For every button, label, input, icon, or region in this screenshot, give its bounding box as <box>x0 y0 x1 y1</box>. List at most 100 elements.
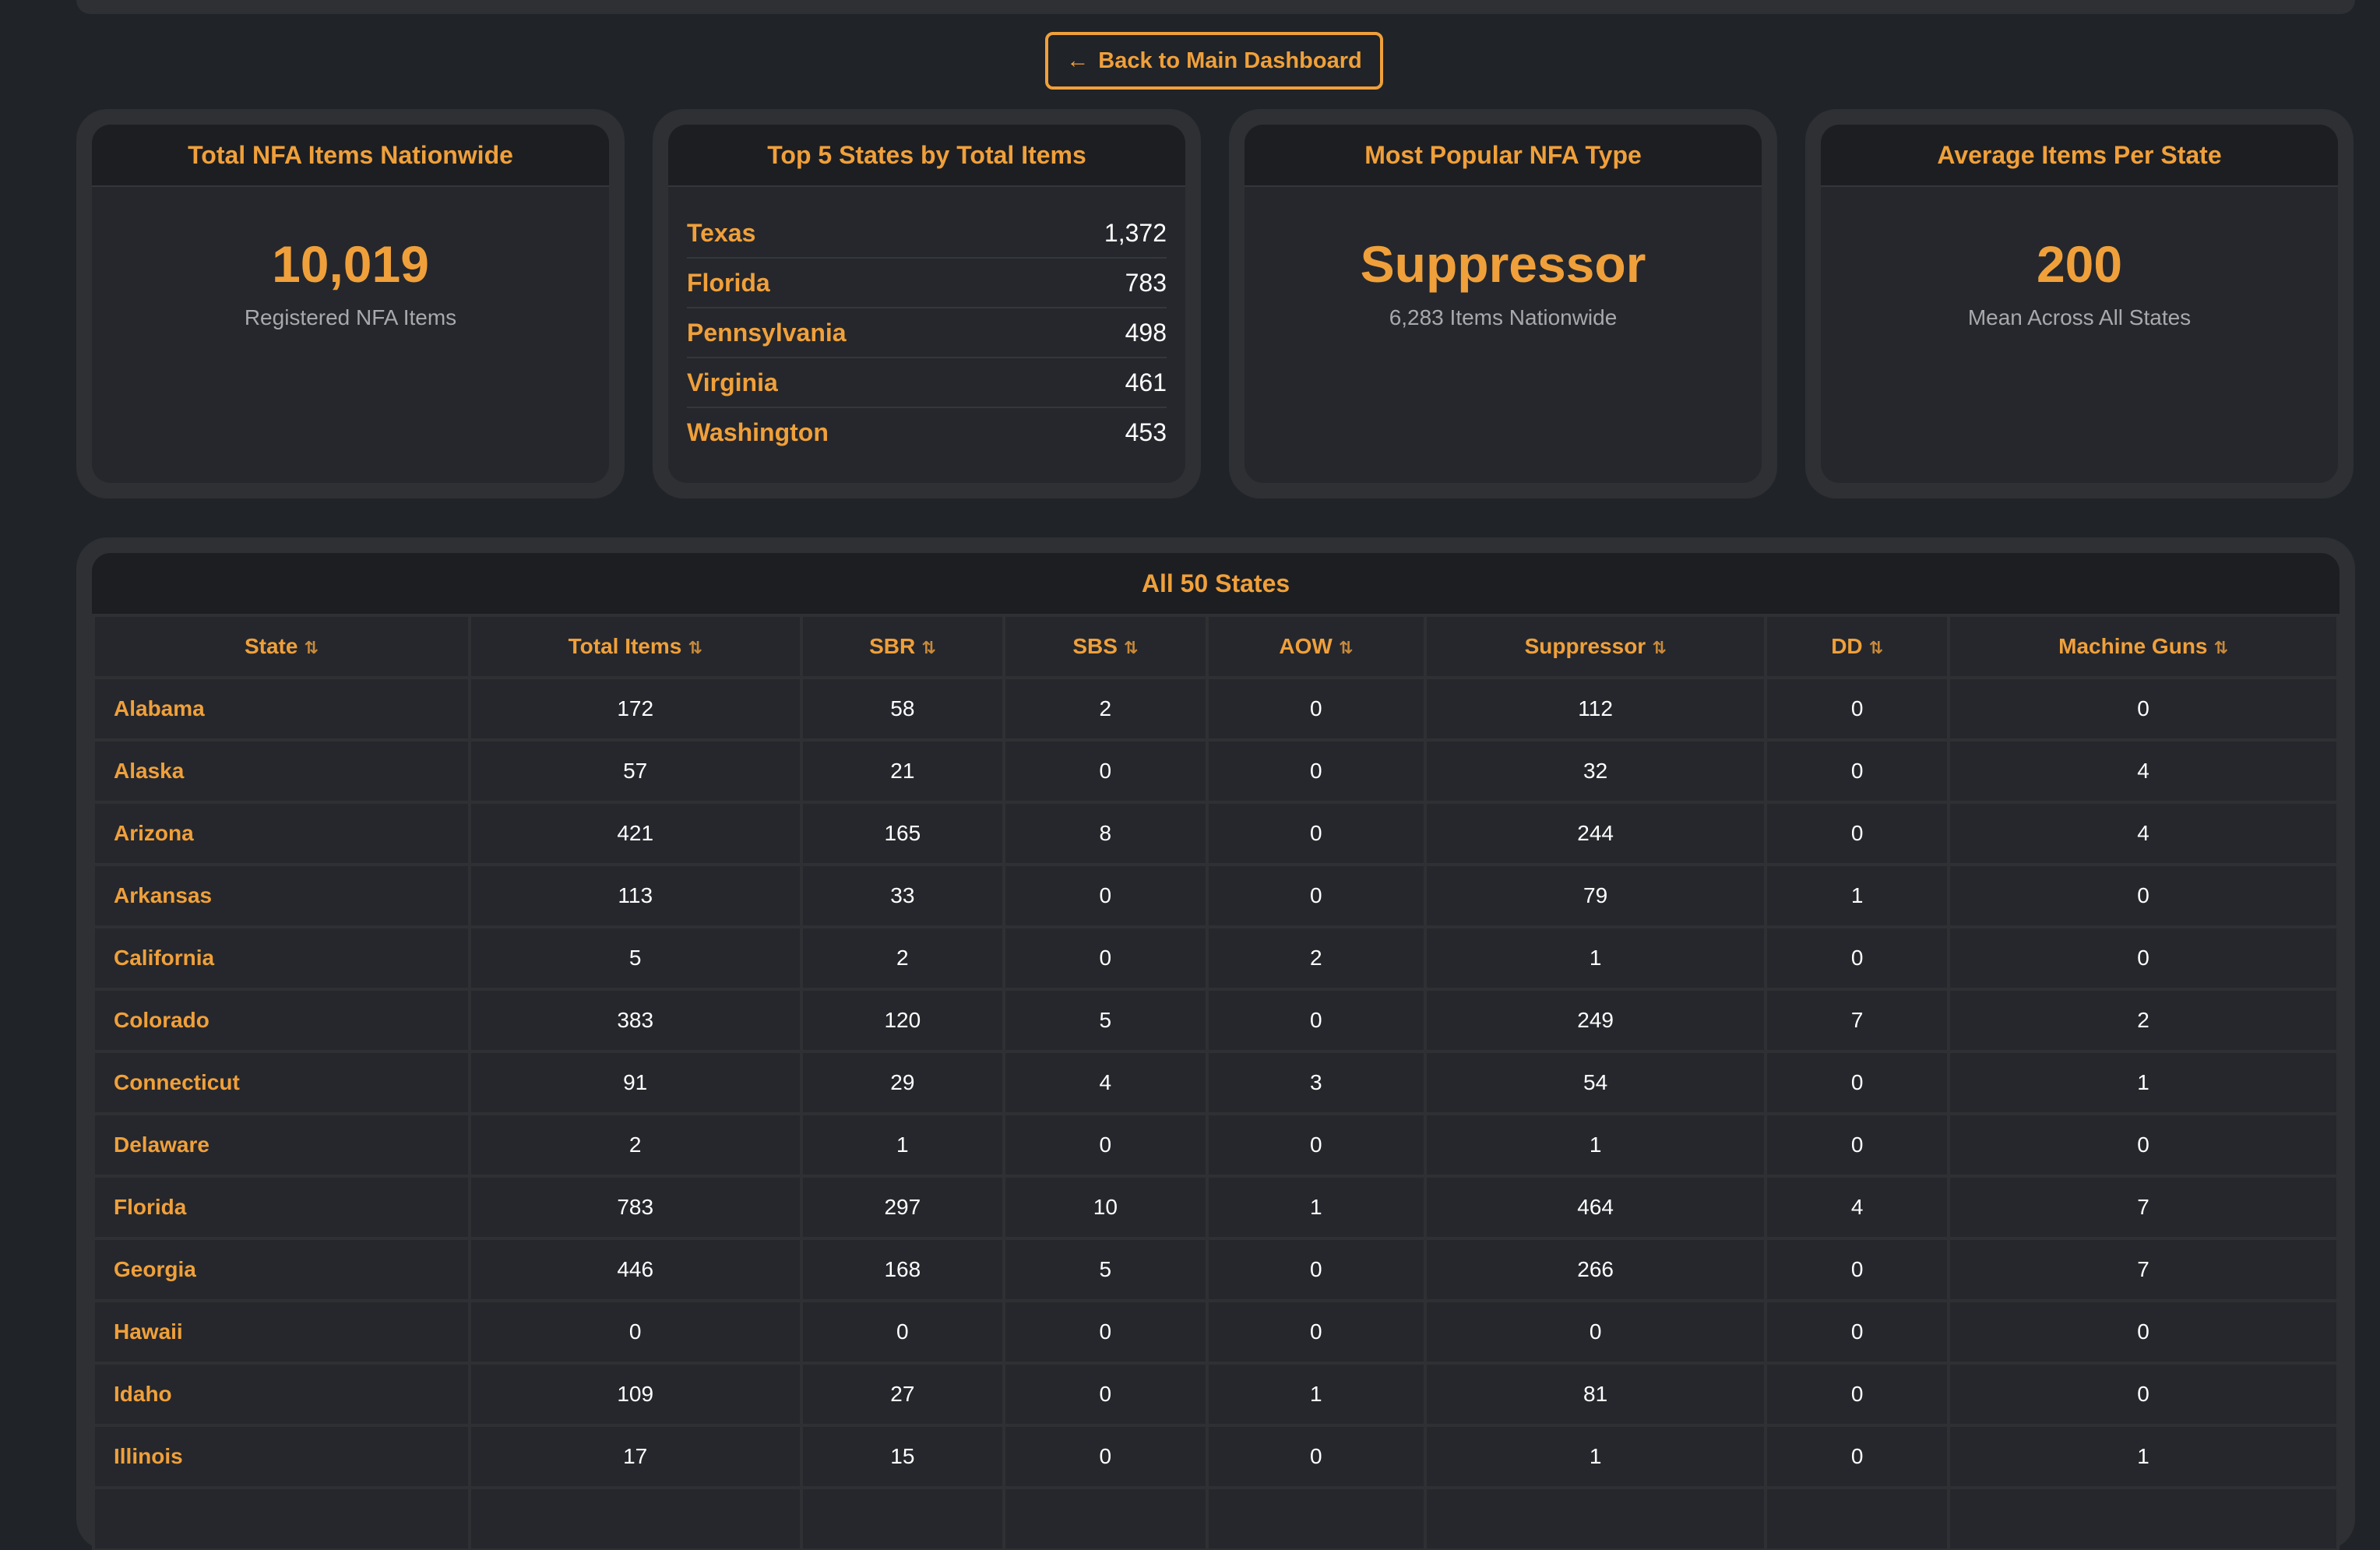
sort-icon: ⇅ <box>921 638 936 657</box>
state-link[interactable]: Alaska <box>95 742 468 801</box>
state-link[interactable]: Arizona <box>95 804 468 863</box>
table-cell: 7 <box>1950 1240 2336 1299</box>
top5-state-link[interactable]: Texas <box>687 219 755 248</box>
state-link[interactable]: Georgia <box>95 1240 468 1299</box>
table-cell: 168 <box>802 1240 1003 1299</box>
top5-state-link[interactable]: Florida <box>687 269 770 298</box>
table-cell: 0 <box>1005 1427 1206 1486</box>
table-cell: 0 <box>1005 1302 1206 1362</box>
column-header-aow[interactable]: AOW ⇅ <box>1208 617 1424 676</box>
table-cell <box>470 1489 800 1548</box>
column-header-suppressor[interactable]: Suppressor ⇅ <box>1427 617 1765 676</box>
top5-state-link[interactable]: Virginia <box>687 368 778 397</box>
total-items-card: Total NFA Items Nationwide 10,019 Regist… <box>76 109 625 498</box>
state-link[interactable]: Idaho <box>95 1365 468 1424</box>
table-cell: 0 <box>1767 1115 1948 1175</box>
list-item: Washington 453 <box>687 408 1167 456</box>
column-header-machine-guns[interactable]: Machine Guns ⇅ <box>1950 617 2336 676</box>
column-header-label: State <box>244 634 298 658</box>
table-row: Delaware 2 1 0 0 1 0 0 <box>95 1115 2336 1175</box>
table-cell: 32 <box>1427 742 1765 801</box>
table-row: Colorado 383 120 5 0 249 7 2 <box>95 991 2336 1050</box>
table-cell: 29 <box>802 1053 1003 1112</box>
table-cell: 4 <box>1767 1178 1948 1237</box>
column-header-sbs[interactable]: SBS ⇅ <box>1005 617 1206 676</box>
state-link[interactable]: Illinois <box>95 1427 468 1486</box>
table-cell <box>1767 1489 1948 1548</box>
list-item: Florida 783 <box>687 259 1167 308</box>
table-cell: 0 <box>1208 742 1424 801</box>
table-row: Illinois 17 15 0 0 1 0 1 <box>95 1427 2336 1486</box>
table-cell: 421 <box>470 804 800 863</box>
card-title: Top 5 States by Total Items <box>668 125 1185 187</box>
column-header-dd[interactable]: DD ⇅ <box>1767 617 1948 676</box>
state-link[interactable] <box>95 1489 468 1548</box>
arrow-left-icon: ← <box>1066 48 1090 73</box>
sort-icon: ⇅ <box>1652 638 1667 657</box>
top5-state-link[interactable]: Washington <box>687 418 829 447</box>
table-header-row: State ⇅ Total Items ⇅ SBR ⇅ SBS ⇅ AOW ⇅ Suppressor… <box>95 617 2336 676</box>
table-cell: 2 <box>1950 991 2336 1050</box>
sort-icon: ⇅ <box>304 638 319 657</box>
state-link[interactable]: Alabama <box>95 679 468 738</box>
top5-state-link[interactable]: Pennsylvania <box>687 319 847 347</box>
column-header-state[interactable]: State ⇅ <box>95 617 468 676</box>
column-header-label: SBS <box>1072 634 1118 658</box>
table-cell: 383 <box>470 991 800 1050</box>
table-cell: 109 <box>470 1365 800 1424</box>
table-cell: 783 <box>470 1178 800 1237</box>
card-title: Total NFA Items Nationwide <box>92 125 609 187</box>
sort-icon: ⇅ <box>1338 638 1354 657</box>
table-cell: 0 <box>1767 679 1948 738</box>
table-cell: 0 <box>1767 804 1948 863</box>
top5-value: 461 <box>1125 368 1167 396</box>
state-link[interactable]: Florida <box>95 1178 468 1237</box>
table-cell: 79 <box>1427 866 1765 925</box>
top5-list: Texas 1,372 Florida 783 Pennsylvania 498… <box>668 187 1185 456</box>
popular-type-caption: 6,283 Items Nationwide <box>1389 305 1618 329</box>
state-link[interactable]: Arkansas <box>95 866 468 925</box>
table-cell: 4 <box>1005 1053 1206 1112</box>
list-item: Pennsylvania 498 <box>687 308 1167 358</box>
table-cell: 0 <box>1005 1115 1206 1175</box>
table-cell: 1 <box>1950 1427 2336 1486</box>
top5-value: 453 <box>1125 417 1167 446</box>
top5-value: 498 <box>1125 318 1167 347</box>
table-cell: 0 <box>1767 928 1948 988</box>
column-header-label: Machine Guns <box>2058 634 2208 658</box>
list-item: Texas 1,372 <box>687 209 1167 259</box>
table-cell: 0 <box>1208 1302 1424 1362</box>
column-header-label: Total Items <box>568 634 682 658</box>
table-cell: 0 <box>802 1302 1003 1362</box>
column-header-sbr[interactable]: SBR ⇅ <box>802 617 1003 676</box>
table-cell: 1 <box>1767 866 1948 925</box>
state-link[interactable]: Colorado <box>95 991 468 1050</box>
table-cell: 33 <box>802 866 1003 925</box>
table-cell: 0 <box>1767 1240 1948 1299</box>
table-cell: 0 <box>1427 1302 1765 1362</box>
state-link[interactable]: Hawaii <box>95 1302 468 1362</box>
table-cell: 0 <box>1005 866 1206 925</box>
table-cell: 0 <box>1208 1240 1424 1299</box>
top5-value: 783 <box>1125 268 1167 297</box>
table-cell: 7 <box>1767 991 1948 1050</box>
state-link[interactable]: Delaware <box>95 1115 468 1175</box>
card-title: Most Popular NFA Type <box>1245 125 1762 187</box>
column-header-label: AOW <box>1279 634 1333 658</box>
table-cell: 7 <box>1950 1178 2336 1237</box>
table-cell: 54 <box>1427 1053 1765 1112</box>
table-cell: 57 <box>470 742 800 801</box>
table-row: Arizona 421 165 8 0 244 0 4 <box>95 804 2336 863</box>
table-row: Idaho 109 27 0 1 81 0 0 <box>95 1365 2336 1424</box>
table-title: All 50 States <box>92 553 2340 614</box>
state-link[interactable]: Connecticut <box>95 1053 468 1112</box>
column-header-total-items[interactable]: Total Items ⇅ <box>470 617 800 676</box>
table-cell: 4 <box>1950 742 2336 801</box>
back-to-dashboard-button[interactable]: ← Back to Main Dashboard <box>1045 32 1383 90</box>
state-link[interactable]: California <box>95 928 468 988</box>
table-cell: 0 <box>1208 804 1424 863</box>
list-item: Virginia 461 <box>687 358 1167 408</box>
table-cell: 27 <box>802 1365 1003 1424</box>
table-cell: 0 <box>1767 1053 1948 1112</box>
column-header-label: SBR <box>869 634 916 658</box>
